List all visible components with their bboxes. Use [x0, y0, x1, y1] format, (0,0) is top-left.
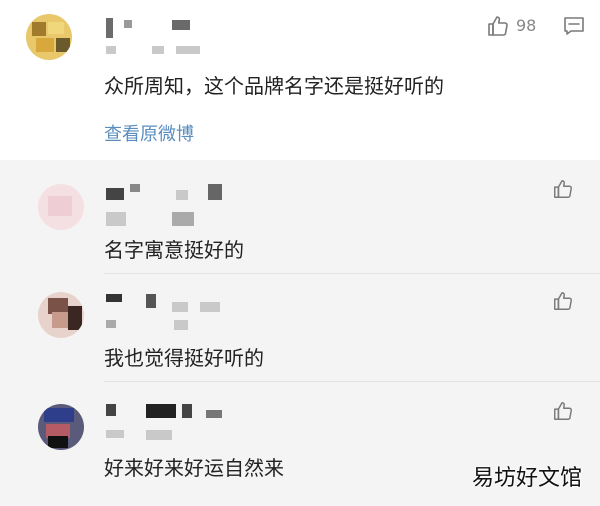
reply-text: 我也觉得挺好听的: [104, 346, 264, 370]
thumbs-up-icon[interactable]: [552, 400, 574, 422]
watermark: 易坊好文馆: [471, 466, 582, 491]
reply-item: 我也觉得挺好听的: [0, 274, 600, 382]
main-comment: 98 众所周知，这个品牌名字还是挺好听的 查看原微博: [0, 0, 600, 160]
like-count: 98: [516, 16, 537, 35]
avatar[interactable]: [38, 184, 84, 230]
avatar[interactable]: [26, 14, 72, 60]
thumbs-up-icon[interactable]: [552, 290, 574, 312]
thumbs-up-icon[interactable]: [552, 178, 574, 200]
replies-section: 名字寓意挺好的 我也觉得挺好听的 好来好来好运自然来: [0, 160, 600, 506]
reply-text: 名字寓意挺好的: [104, 238, 244, 262]
view-original-weibo-link[interactable]: 查看原微博: [104, 120, 194, 146]
reply-text: 好来好来好运自然来: [104, 456, 284, 480]
avatar[interactable]: [38, 292, 84, 338]
reply-item: 名字寓意挺好的: [0, 160, 600, 274]
comment-icon[interactable]: [562, 14, 586, 38]
thumbs-up-icon[interactable]: [486, 14, 510, 38]
avatar[interactable]: [38, 404, 84, 450]
comment-text: 众所周知，这个品牌名字还是挺好听的: [104, 74, 444, 98]
